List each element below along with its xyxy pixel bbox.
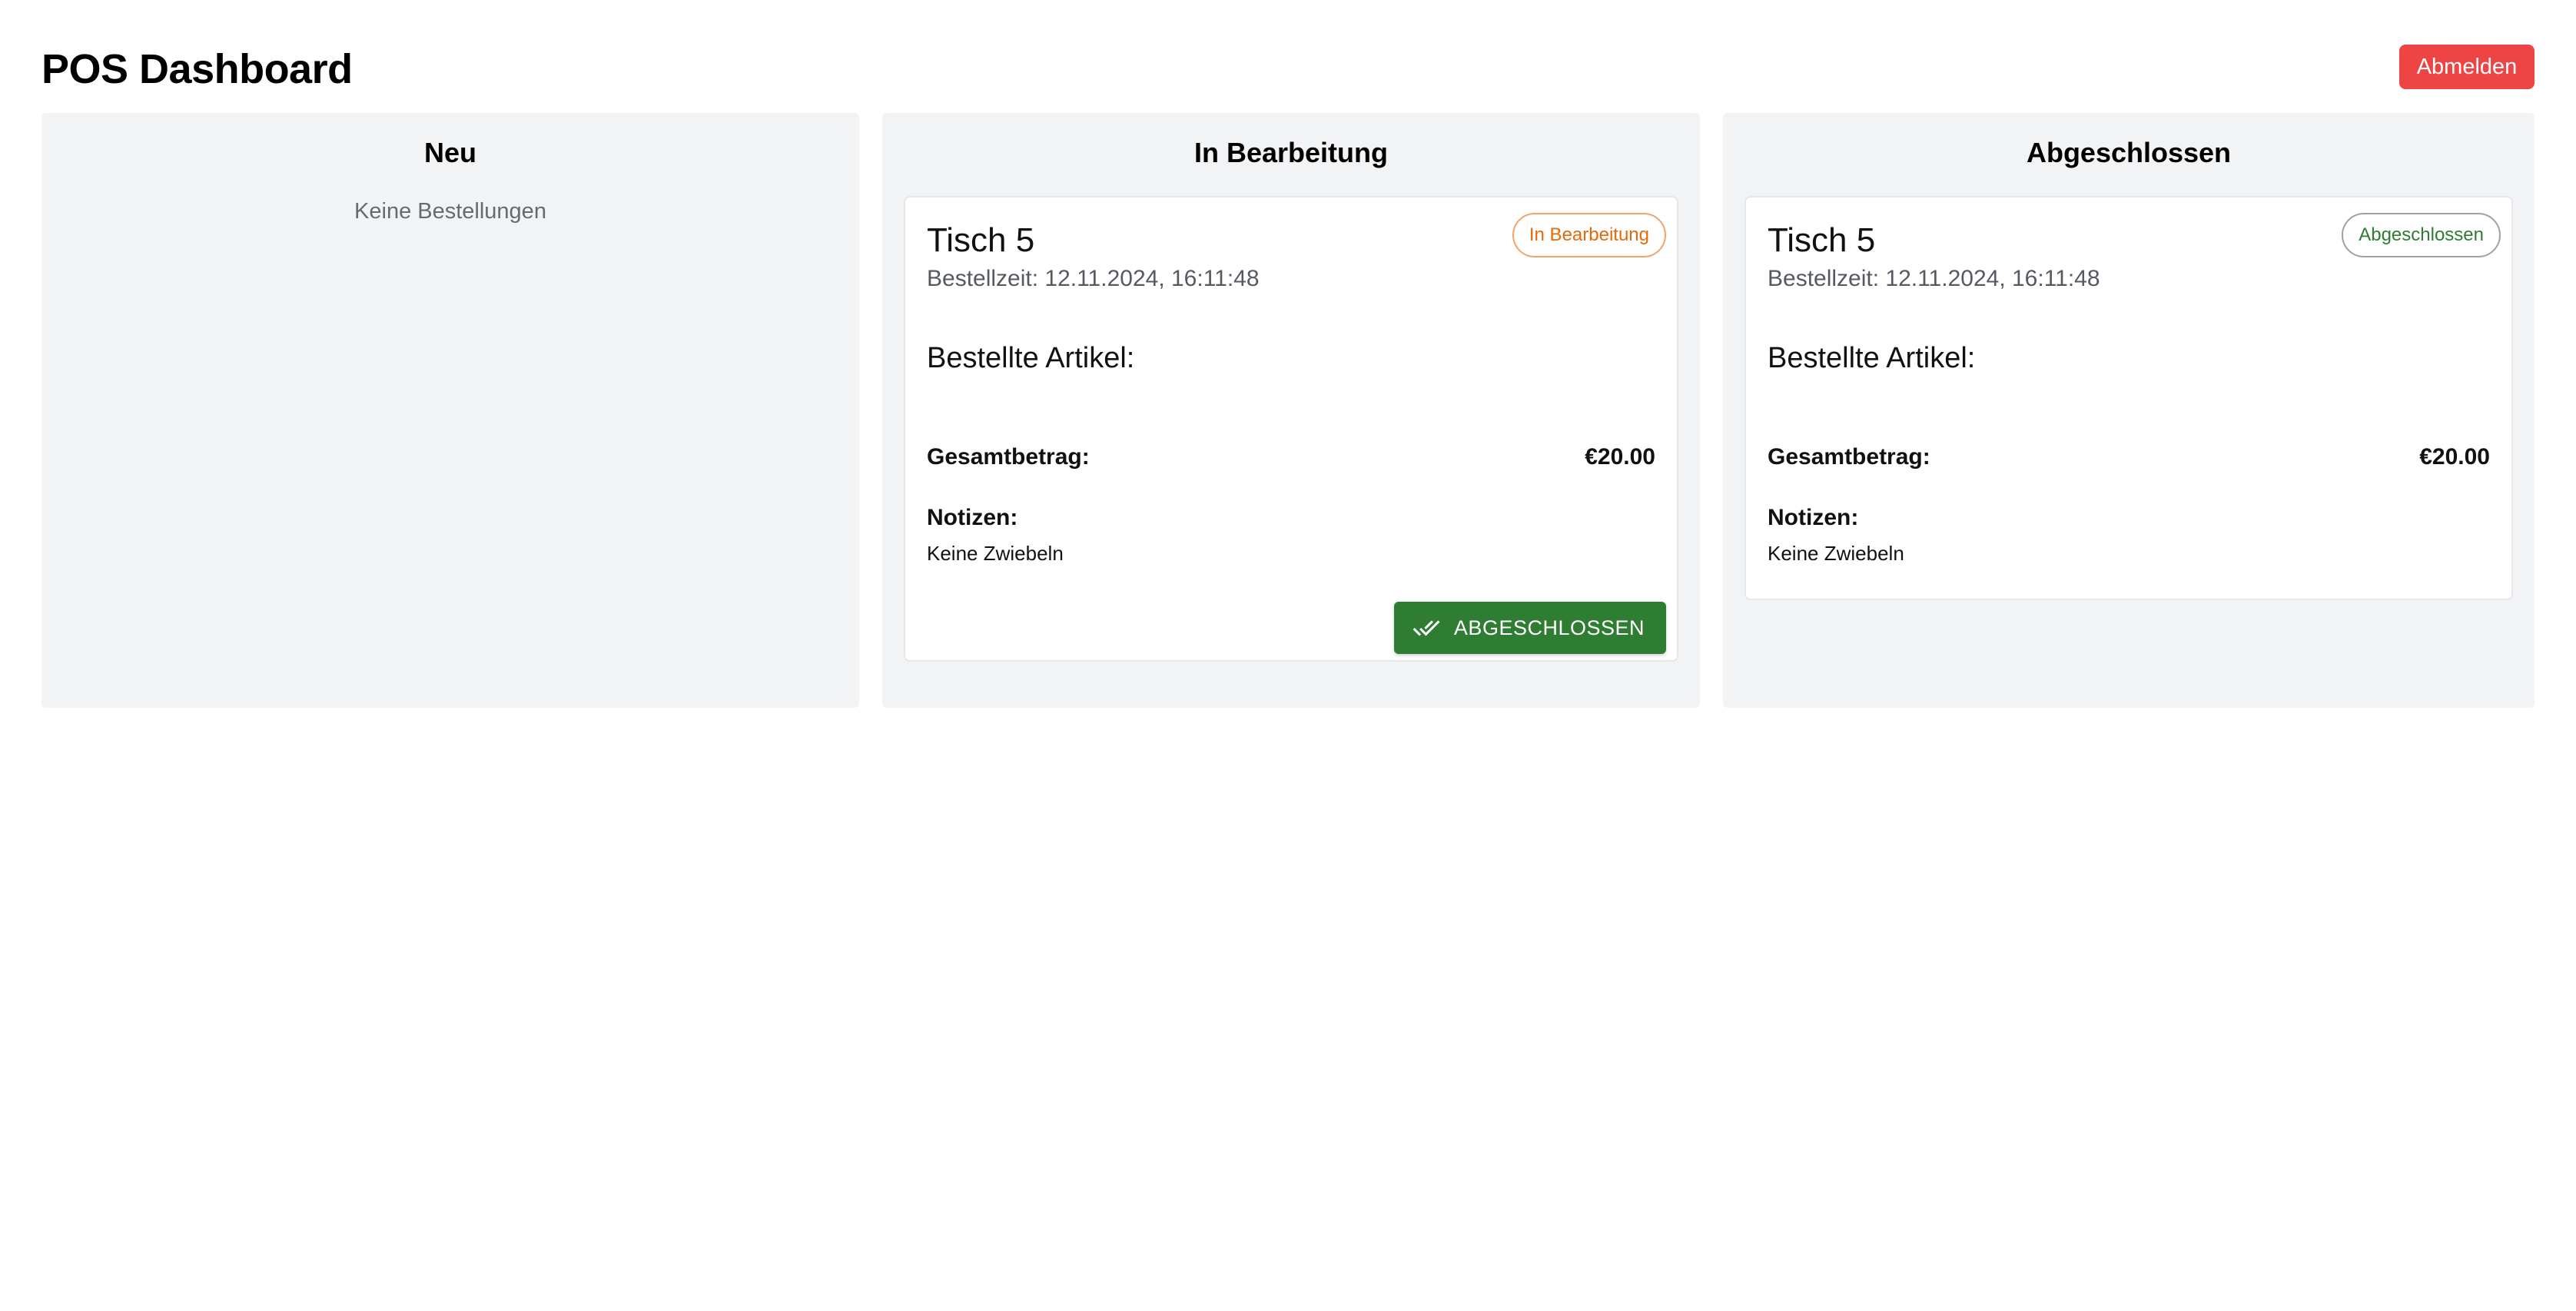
order-card: Tisch 5 Bestellzeit: 12.11.2024, 16:11:4… <box>1744 196 2513 600</box>
ordered-items-heading: Bestellte Artikel: <box>1768 342 1976 374</box>
order-card: Tisch 5 Bestellzeit: 12.11.2024, 16:11:4… <box>904 196 1678 662</box>
total-row: Gesamtbetrag: €20.00 <box>927 442 1655 473</box>
total-value: €20.00 <box>2419 444 2490 470</box>
order-table-title: Tisch 5 <box>1768 221 1876 259</box>
header: POS Dashboard Abmelden <box>41 40 2535 92</box>
total-label: Gesamtbetrag: <box>1768 444 1930 470</box>
done-all-icon <box>1412 620 1440 636</box>
column-completed: Abgeschlossen Tisch 5 Bestellzeit: 12.11… <box>1723 113 2535 708</box>
empty-orders-text: Keine Bestellungen <box>354 199 546 224</box>
column-title-new: Neu <box>423 137 476 168</box>
page-title: POS Dashboard <box>41 46 353 92</box>
order-table-title: Tisch 5 <box>927 221 1035 259</box>
total-value: €20.00 <box>1585 444 1655 470</box>
mark-completed-label: ABGESCHLOSSEN <box>1453 616 1645 639</box>
notes-text: Keine Zwiebeln <box>927 542 1064 565</box>
column-title-in-progress: In Bearbeitung <box>1193 137 1389 168</box>
logout-button[interactable]: Abmelden <box>2399 45 2535 89</box>
column-in-progress: In Bearbeitung Tisch 5 Bestellzeit: 12.1… <box>882 113 1700 708</box>
status-badge: In Bearbeitung <box>1512 213 1666 257</box>
order-time: Bestellzeit: 12.11.2024, 16:11:48 <box>1768 266 2100 291</box>
column-title-completed: Abgeschlossen <box>2026 137 2232 168</box>
notes-label: Notizen: <box>1768 505 1859 530</box>
notes-label: Notizen: <box>927 505 1018 530</box>
order-board: Neu Keine Bestellungen In Bearbeitung Ti… <box>41 113 2535 708</box>
ordered-items-heading: Bestellte Artikel: <box>927 342 1135 374</box>
column-new: Neu Keine Bestellungen <box>41 113 859 708</box>
total-row: Gesamtbetrag: €20.00 <box>1768 442 2490 473</box>
total-label: Gesamtbetrag: <box>927 444 1090 470</box>
mark-completed-button[interactable]: ABGESCHLOSSEN <box>1393 602 1666 654</box>
notes-text: Keine Zwiebeln <box>1768 542 1904 565</box>
status-badge: Abgeschlossen <box>2342 213 2501 257</box>
order-time: Bestellzeit: 12.11.2024, 16:11:48 <box>927 266 1260 291</box>
